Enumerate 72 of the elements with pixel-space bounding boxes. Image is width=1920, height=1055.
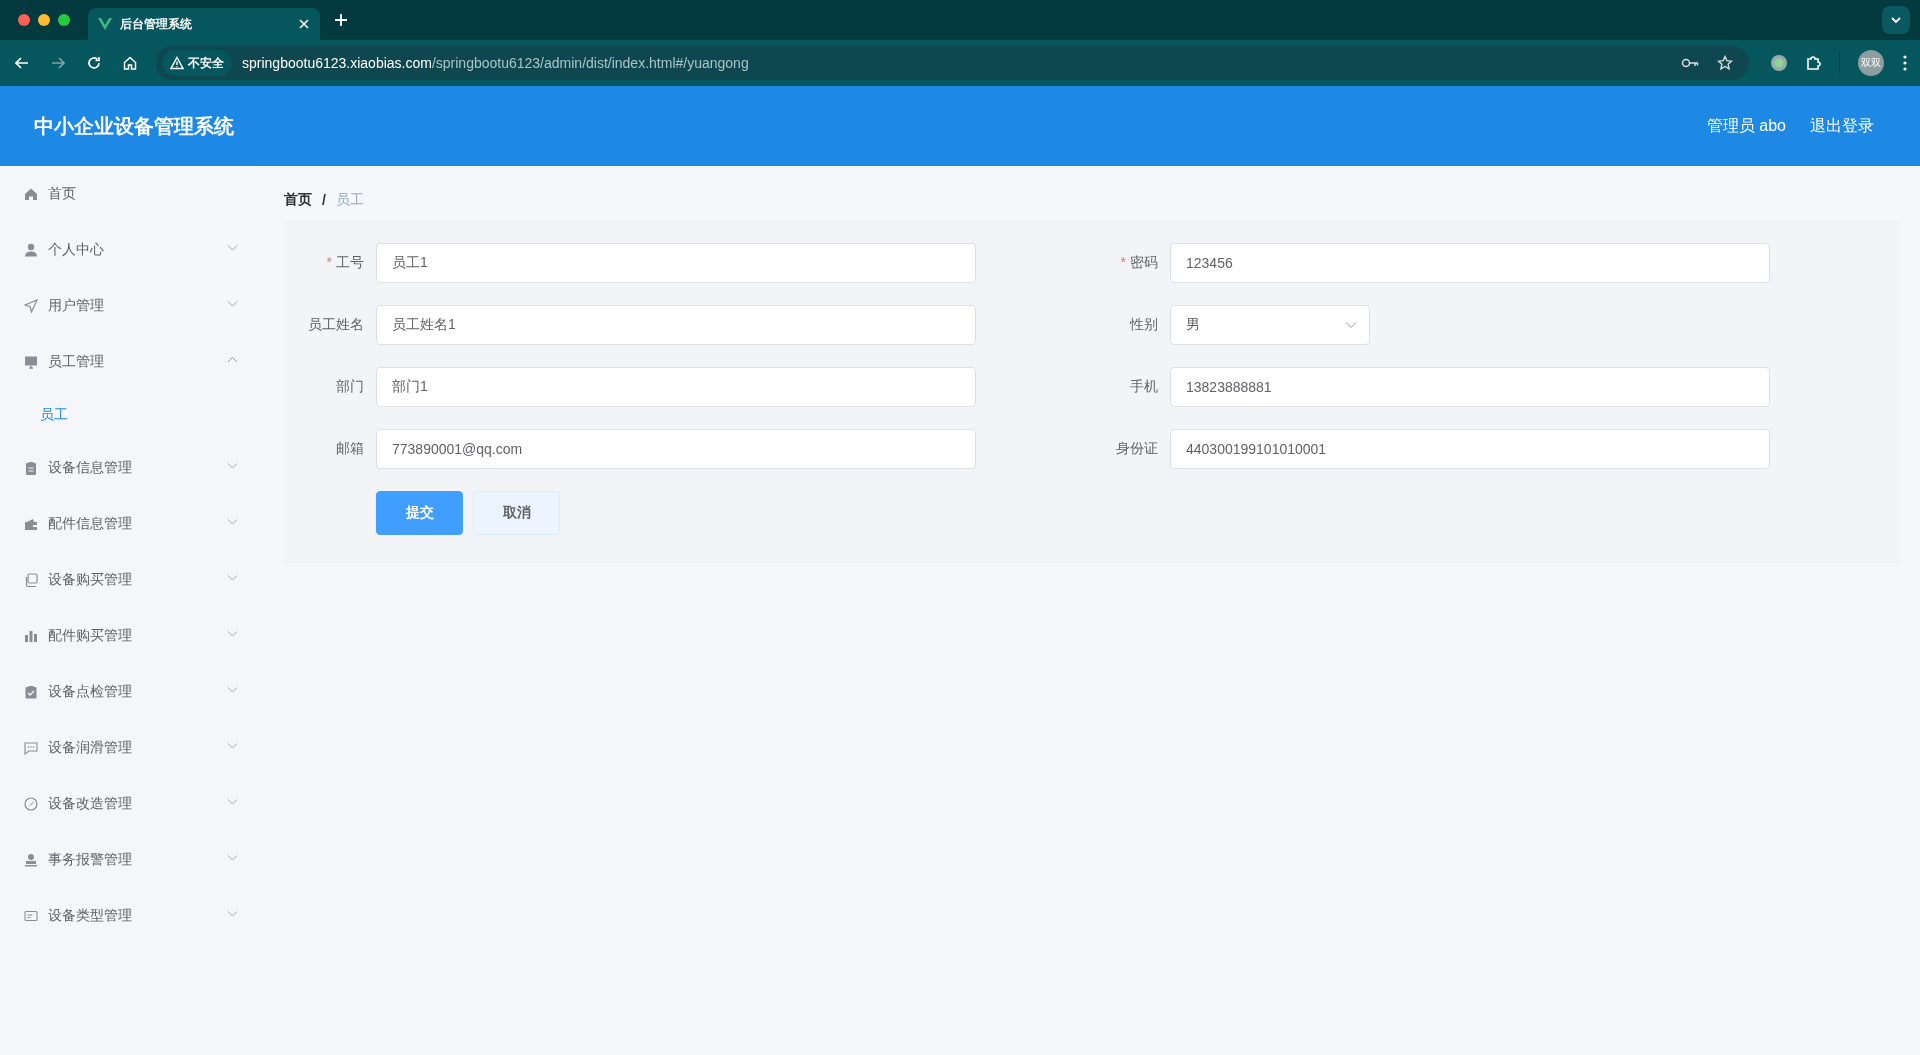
puzzle-icon (1805, 55, 1821, 71)
stamp-icon (24, 853, 38, 867)
cancel-button[interactable]: 取消 (473, 491, 560, 535)
input-field[interactable]: 员工1 (376, 243, 976, 283)
monitor-icon (24, 355, 38, 369)
browser-tab[interactable]: 后台管理系统 (88, 8, 320, 40)
address-bar[interactable]: 不安全 springbootu6123.xiaobias.com/springbootu6123/admin/dist/index.html#/yuangong (156, 46, 1749, 80)
field-label: 身份证 (1115, 440, 1158, 458)
input-field[interactable]: 员工姓名1 (376, 305, 976, 345)
sidebar-menu-item[interactable]: 个人中心 (0, 222, 258, 278)
back-icon (14, 55, 30, 71)
input-field[interactable]: 部门1 (376, 367, 976, 407)
input-field[interactable]: 123456 (1170, 243, 1770, 283)
field-label: 手机 (1129, 378, 1158, 396)
warning-icon (170, 56, 184, 70)
sidebar-menu-item[interactable]: 设备类型管理 (0, 888, 258, 944)
window-control-icon (58, 14, 70, 26)
select-field[interactable]: 男 (1170, 305, 1370, 345)
reload-icon (86, 55, 102, 71)
sidebar-menu-item[interactable]: 设备信息管理 (0, 440, 258, 496)
chevron-down-icon (1890, 14, 1902, 26)
sidebar-menu-item[interactable]: 设备购买管理 (0, 552, 258, 608)
input-field[interactable]: 13823888881 (1170, 367, 1770, 407)
compass-icon (24, 797, 38, 811)
window-control-icon (18, 14, 30, 26)
checklist-icon (24, 685, 38, 699)
input-field[interactable]: 773890001@qq.com (376, 429, 976, 469)
sidebar-menu-item[interactable]: 配件信息管理 (0, 496, 258, 552)
input-field[interactable]: 440300199101010001 (1170, 429, 1770, 469)
sidebar-menu-item[interactable]: 员工管理 (0, 334, 258, 390)
extension-status-icon (1771, 55, 1787, 71)
breadcrumb-item[interactable]: 首页 (284, 191, 312, 209)
window-control-icon (38, 14, 50, 26)
breadcrumb-item: 员工 (335, 191, 364, 209)
sidebar-menu-item[interactable]: 用户管理 (0, 278, 258, 334)
id-card-icon (24, 909, 38, 923)
chevron-down-icon (1345, 321, 1357, 329)
sidebar-menu-item[interactable]: 设备改造管理 (0, 776, 258, 832)
close-icon (298, 18, 310, 30)
tab-title: 后台管理系统 (120, 15, 193, 33)
app-title: 中小企业设备管理系统 (34, 113, 235, 139)
tab-list-button[interactable] (1882, 6, 1910, 34)
home-icon (122, 55, 138, 71)
home-icon (24, 187, 38, 201)
bar-chart-icon (24, 629, 38, 643)
field-label: 部门 (335, 378, 364, 396)
sidebar-menu-item[interactable]: 设备润滑管理 (0, 720, 258, 776)
field-label: 邮箱 (335, 440, 364, 458)
copy-icon (24, 573, 38, 587)
user-name: 管理员 abo (1706, 115, 1786, 136)
send-icon (24, 299, 38, 313)
logout-link[interactable]: 退出登录 (1810, 115, 1874, 137)
v-logo-icon (98, 17, 112, 31)
person-icon (24, 243, 38, 257)
url-text: springbootu6123.xiaobias.com/springbootu6123/admin/dist/index.html#/yuangong (242, 55, 750, 71)
breadcrumb-separator: / (322, 192, 326, 208)
sidebar-menu-item[interactable]: 事务报警管理 (0, 832, 258, 888)
field-label: * 工号 (325, 254, 364, 272)
sidebar-menu-item[interactable]: 配件购买管理 (0, 608, 258, 664)
field-label: 员工姓名 (307, 316, 364, 334)
field-label: * 密码 (1119, 254, 1158, 272)
chat-icon (24, 741, 38, 755)
sidebar-menu-item[interactable]: 首页 (0, 166, 258, 222)
plus-icon (334, 13, 348, 27)
sidebar-menu-item[interactable]: 设备点检管理 (0, 664, 258, 720)
star-icon (1717, 55, 1733, 71)
submenu-item[interactable]: 员工 (0, 390, 258, 440)
forward-icon (50, 55, 66, 71)
clipboard-icon (24, 461, 38, 475)
field-label: 性别 (1128, 316, 1158, 334)
security-chip[interactable]: 不安全 (162, 50, 232, 76)
more-icon (1902, 55, 1908, 71)
